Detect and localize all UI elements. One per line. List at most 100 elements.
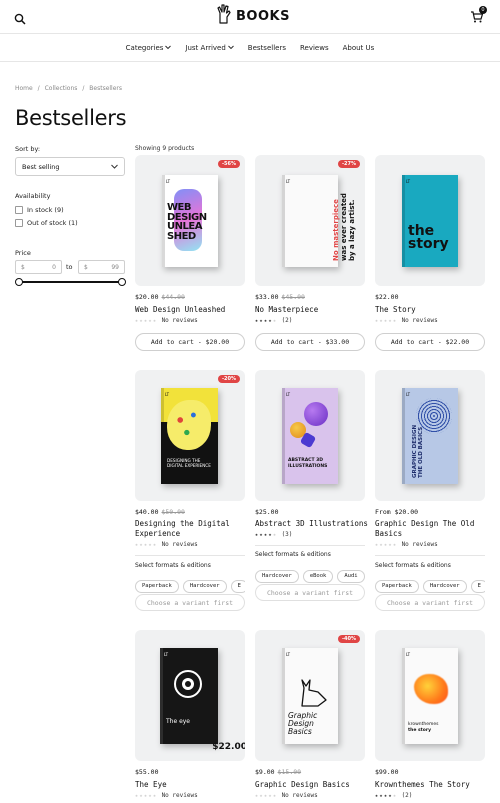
rating-stars: ★★★★★ (255, 792, 278, 799)
format-chip[interactable]: Hardcover (182, 579, 227, 593)
book-cover: LT the story (402, 175, 458, 267)
price-slider-min-handle[interactable] (15, 278, 23, 286)
product-rating: ★★★★★ No reviews (375, 541, 438, 548)
price-max-input[interactable]: $99 (78, 260, 125, 274)
filter-in-stock[interactable]: In stock (9) (15, 206, 64, 214)
format-chip[interactable]: Audi (337, 569, 365, 583)
product-title[interactable]: Krownthemes The Story (375, 780, 470, 790)
product-image-web-design[interactable]: LT WEB DESIGN UNLEA SHED -56% (135, 155, 245, 286)
product-title[interactable]: Graphic Design Basics (255, 780, 350, 790)
product-rating: ★★★★★ No reviews (135, 541, 198, 548)
product-image-graphic-old-basics[interactable]: LT GRAPHIC DESIGN THE OLD BASICS (375, 370, 485, 501)
product-image-abstract-3d[interactable]: LT ABSTRACT 3D ILLUSTRATIONS (255, 370, 365, 501)
cover-line: DIGITAL EXPERIENCE (167, 463, 211, 468)
checkbox[interactable] (15, 206, 23, 214)
cover-line: by a lazy artist. (348, 199, 356, 261)
discount-badge: -27% (337, 160, 360, 168)
chevron-down-icon (227, 45, 234, 50)
availability-label: Availability (15, 192, 51, 200)
format-chip[interactable]: eBook (302, 569, 334, 583)
main-nav: Categories Just Arrived Bestsellers Revi… (0, 34, 500, 62)
nav-item-just-arrived[interactable]: Just Arrived (185, 44, 234, 52)
product-image-graphic-basics[interactable]: LT Graphic Design Basics -40% (255, 630, 365, 761)
format-chip[interactable]: E (470, 579, 485, 593)
product-price: $33.00 $45.00 (255, 293, 305, 301)
formats-label: Select formats & editions (135, 562, 211, 569)
book-cover: LT GRAPHIC DESIGN THE OLD BASICS (402, 388, 458, 484)
format-chip[interactable]: E (230, 579, 245, 593)
product-title[interactable]: Abstract 3D Illustrations (255, 519, 368, 529)
nav-item-bestsellers[interactable]: Bestsellers (248, 44, 286, 52)
nav-item-categories[interactable]: Categories (126, 44, 172, 52)
search-icon[interactable] (14, 10, 26, 25)
add-to-cart-button[interactable]: Add to cart - $33.00 (255, 333, 365, 351)
price-min-input[interactable]: $0 (15, 260, 62, 274)
nav-item-about-us[interactable]: About Us (343, 44, 375, 52)
product-rating: ★★★★★ (3) (255, 531, 293, 538)
book-cover: LT The eye (160, 648, 218, 744)
choose-variant-button[interactable]: Choose a variant first (375, 594, 485, 611)
product-title[interactable]: The Eye (135, 780, 167, 790)
product-title[interactable]: The Story (375, 305, 416, 315)
divider (135, 555, 245, 556)
book-cover: LT DESIGNING THE DIGITAL EXPERIENCE (161, 388, 218, 484)
nav-item-reviews[interactable]: Reviews (300, 44, 329, 52)
site-logo[interactable]: BOOKS (216, 4, 290, 27)
product-price: $20.00 $44.00 (135, 293, 185, 301)
price-to-label: to (66, 263, 73, 271)
format-chip[interactable]: Paperback (375, 579, 419, 593)
rating-stars: ★★★★★ (375, 317, 398, 324)
rating-stars: ★★★★★ (255, 317, 278, 324)
format-chip[interactable]: Hardcover (255, 569, 299, 583)
price-slider-max-handle[interactable] (118, 278, 126, 286)
cover-line: the story (408, 727, 432, 733)
cart-count-badge: 0 (479, 6, 487, 14)
price-label: Price (15, 249, 31, 257)
product-image-designing-digital[interactable]: LT DESIGNING THE DIGITAL EXPERIENCE -20% (135, 370, 245, 501)
discount-badge: -40% (337, 635, 360, 643)
page-title: Bestsellers (15, 106, 127, 130)
discount-badge: -56% (217, 160, 240, 168)
product-rating: ★★★★★ No reviews (375, 317, 438, 324)
formats-label: Select formats & editions (375, 562, 451, 569)
cart-icon[interactable]: 0 (470, 6, 487, 23)
format-chips: Paperback Hardcover E (375, 572, 485, 593)
product-image-no-masterpiece[interactable]: LT No masterpiece was ever created by a … (255, 155, 365, 286)
results-count: Showing 9 products (135, 145, 195, 152)
product-title[interactable]: Web Design Unleashed (135, 305, 225, 315)
product-image-the-eye[interactable]: LT The eye $22.00 (135, 630, 245, 761)
format-chip[interactable]: Hardcover (422, 579, 467, 593)
cover-price: $22.00 (212, 742, 245, 752)
cover-line: Design Basics (288, 719, 314, 736)
choose-variant-button[interactable]: Choose a variant first (135, 594, 245, 611)
sort-label: Sort by: (15, 145, 41, 153)
product-rating: ★★★★★ (2) (255, 317, 293, 324)
product-title[interactable]: Graphic Design The Old Basics (375, 519, 474, 539)
product-title[interactable]: Designing the Digital Experience (135, 519, 230, 539)
format-chips: Hardcover eBook Audi (255, 562, 365, 583)
product-image-the-story[interactable]: LT the story (375, 155, 485, 286)
checkbox[interactable] (15, 219, 23, 227)
rating-stars: ★★★★★ (135, 317, 158, 324)
book-cover: LT Graphic Design Basics (282, 648, 338, 744)
product-title[interactable]: No Masterpiece (255, 305, 318, 315)
filter-out-of-stock[interactable]: Out of stock (1) (15, 219, 78, 227)
breadcrumb-home[interactable]: Home (15, 85, 33, 92)
rating-stars: ★★★★★ (255, 531, 278, 538)
add-to-cart-button[interactable]: Add to cart - $22.00 (375, 333, 485, 351)
sort-select[interactable]: Best selling (15, 157, 125, 176)
rating-stars: ★★★★★ (135, 792, 158, 799)
product-price: $25.00 (255, 508, 279, 516)
choose-variant-button[interactable]: Choose a variant first (255, 584, 365, 601)
price-slider-track[interactable] (18, 281, 122, 283)
product-price: From $20.00 (375, 508, 419, 516)
logo-text: BOOKS (236, 8, 290, 24)
cover-line: No masterpiece (332, 199, 340, 261)
product-image-krownthemes-story[interactable]: LT krownthemes the story (375, 630, 485, 761)
format-chips: Paperback Hardcover E (135, 572, 245, 593)
rating-stars: ★★★★★ (135, 541, 158, 548)
format-chip[interactable]: Paperback (135, 579, 179, 593)
breadcrumb-collections[interactable]: Collections (45, 85, 78, 92)
cover-line: The eye (166, 718, 190, 725)
add-to-cart-button[interactable]: Add to cart - $20.00 (135, 333, 245, 351)
